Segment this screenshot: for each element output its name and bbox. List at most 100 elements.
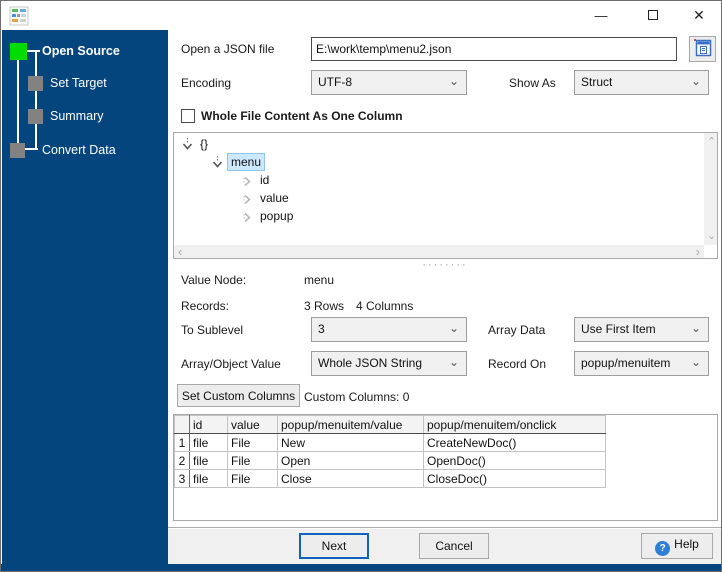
scroll-down-icon: ⌄ (707, 230, 717, 242)
show-as-select[interactable]: Struct ⌄ (574, 70, 709, 95)
cell: File (227, 433, 278, 452)
show-as-value: Struct (581, 75, 613, 89)
close-button[interactable]: ✕ (679, 1, 719, 30)
step-indicator-summary (28, 109, 43, 124)
cell: CreateNewDoc() (423, 433, 606, 452)
window-bottom-edge (1, 564, 721, 571)
main-panel: Open a JSON file Encoding UTF-8 ⌄ Show A… (168, 30, 721, 564)
scroll-left-icon: ‹ (178, 244, 183, 259)
array-object-value-select[interactable]: Whole JSON String ⌄ (311, 351, 467, 376)
tree-node-label: {} (200, 137, 209, 151)
json-file-path-input[interactable] (311, 37, 677, 61)
tree-horizontal-scrollbar[interactable]: ‹ › (174, 245, 704, 258)
wizard-sidebar: Open Source Set Target Summary Convert D… (2, 30, 168, 564)
cell: File (227, 451, 278, 470)
chevron-down-icon: ⌄ (448, 321, 459, 335)
tree-node-root[interactable]: {} (174, 135, 703, 153)
array-data-select[interactable]: Use First Item ⌄ (574, 317, 709, 342)
cell: File (227, 469, 278, 488)
open-file-label: Open a JSON file (181, 42, 275, 56)
splitter-handle[interactable]: ········ (410, 260, 480, 271)
app-icon (9, 6, 29, 26)
table-header-row: id value popup/menuitem/value popup/menu… (174, 415, 606, 434)
tree-expanded-icon (212, 155, 223, 168)
value-node-label: Value Node: (181, 273, 247, 287)
column-header-value[interactable]: value (227, 415, 278, 434)
preview-grid-panel: id value popup/menuitem/value popup/menu… (173, 414, 718, 521)
tree-node-label: id (260, 173, 270, 187)
array-object-value-value: Whole JSON String (318, 356, 423, 370)
tree-node-popup[interactable]: popup (174, 207, 703, 225)
next-button[interactable]: Next (299, 533, 369, 559)
tree-vertical-scrollbar[interactable]: ⌃ ⌄ (704, 133, 717, 245)
chevron-down-icon: ⌄ (690, 355, 701, 369)
custom-columns-count: Custom Columns: 0 (304, 390, 410, 404)
open-file-icon (693, 38, 711, 56)
tree-node-label: popup (260, 209, 294, 223)
records-columns-value: 4 Columns (356, 299, 414, 313)
step-indicator-set-target (28, 76, 43, 91)
cell: New (277, 433, 424, 452)
browse-file-button[interactable] (689, 36, 716, 62)
row-number: 2 (174, 451, 190, 470)
step-connector-line (25, 148, 38, 150)
whole-file-checkbox-label: Whole File Content As One Column (201, 109, 403, 123)
maximize-button[interactable] (633, 1, 673, 30)
chevron-down-icon: ⌄ (690, 321, 701, 335)
tree-collapsed-icon (243, 176, 251, 186)
array-data-value: Use First Item (581, 322, 656, 336)
help-button[interactable]: ? Help (641, 533, 713, 559)
to-sublevel-value: 3 (318, 322, 325, 336)
encoding-value: UTF-8 (318, 75, 352, 89)
tree-node-id[interactable]: id (174, 171, 703, 189)
scroll-up-icon: ⌃ (707, 136, 717, 148)
scroll-right-icon: › (695, 244, 700, 259)
array-data-label: Array Data (488, 323, 546, 337)
tree-node-label: value (260, 191, 289, 205)
cancel-button[interactable]: Cancel (419, 533, 489, 559)
value-node-value: menu (304, 273, 335, 287)
table-row[interactable]: 1 file File New CreateNewDoc() (174, 433, 606, 452)
column-header-popup-value[interactable]: popup/menuitem/value (277, 415, 424, 434)
whole-file-checkbox[interactable] (181, 109, 195, 123)
cell: CloseDoc() (423, 469, 606, 488)
preview-table: id value popup/menuitem/value popup/menu… (174, 415, 606, 488)
to-sublevel-label: To Sublevel (181, 323, 244, 337)
chevron-down-icon: ⌄ (448, 355, 459, 369)
to-sublevel-select[interactable]: 3 ⌄ (311, 317, 467, 342)
cell: Open (277, 451, 424, 470)
show-as-label: Show As (509, 76, 556, 90)
set-custom-columns-button[interactable]: Set Custom Columns (177, 384, 300, 407)
table-row[interactable]: 2 file File Open OpenDoc() (174, 451, 606, 470)
tree-node-value[interactable]: value (174, 189, 703, 207)
wizard-window: — ✕ Open Source Set Target Summary Conve… (0, 0, 722, 572)
row-number-header (174, 415, 190, 434)
sidebar-step-open-source: Open Source (42, 44, 120, 58)
cell: file (189, 451, 228, 470)
column-header-popup-onclick[interactable]: popup/menuitem/onclick (423, 415, 606, 434)
help-icon: ? (655, 540, 671, 556)
row-number: 1 (174, 433, 190, 452)
tree-node-menu[interactable]: menu (174, 153, 703, 171)
step-indicator-open-source (10, 43, 27, 60)
encoding-select[interactable]: UTF-8 ⌄ (311, 70, 467, 95)
minimize-button[interactable]: — (581, 1, 621, 30)
title-bar: — ✕ (1, 1, 721, 30)
column-header-id[interactable]: id (189, 415, 228, 434)
record-on-select[interactable]: popup/menuitem ⌄ (574, 351, 709, 376)
tree-rows: {} menu id value popup (174, 135, 703, 244)
row-number: 3 (174, 469, 190, 488)
record-on-value: popup/menuitem (581, 356, 671, 370)
footer-bar: Next Cancel ? Help (168, 527, 721, 564)
cell: Close (277, 469, 424, 488)
tree-node-label-selected: menu (227, 153, 266, 171)
chevron-down-icon: ⌄ (448, 74, 459, 88)
tree-expanded-icon (182, 137, 193, 150)
records-label: Records: (181, 299, 230, 313)
cell: file (189, 433, 228, 452)
encoding-label: Encoding (181, 76, 232, 90)
step-connector-line (17, 59, 19, 143)
array-object-value-label: Array/Object Value (181, 357, 281, 371)
sidebar-step-convert-data: Convert Data (42, 143, 116, 157)
table-row[interactable]: 3 file File Close CloseDoc() (174, 469, 606, 488)
